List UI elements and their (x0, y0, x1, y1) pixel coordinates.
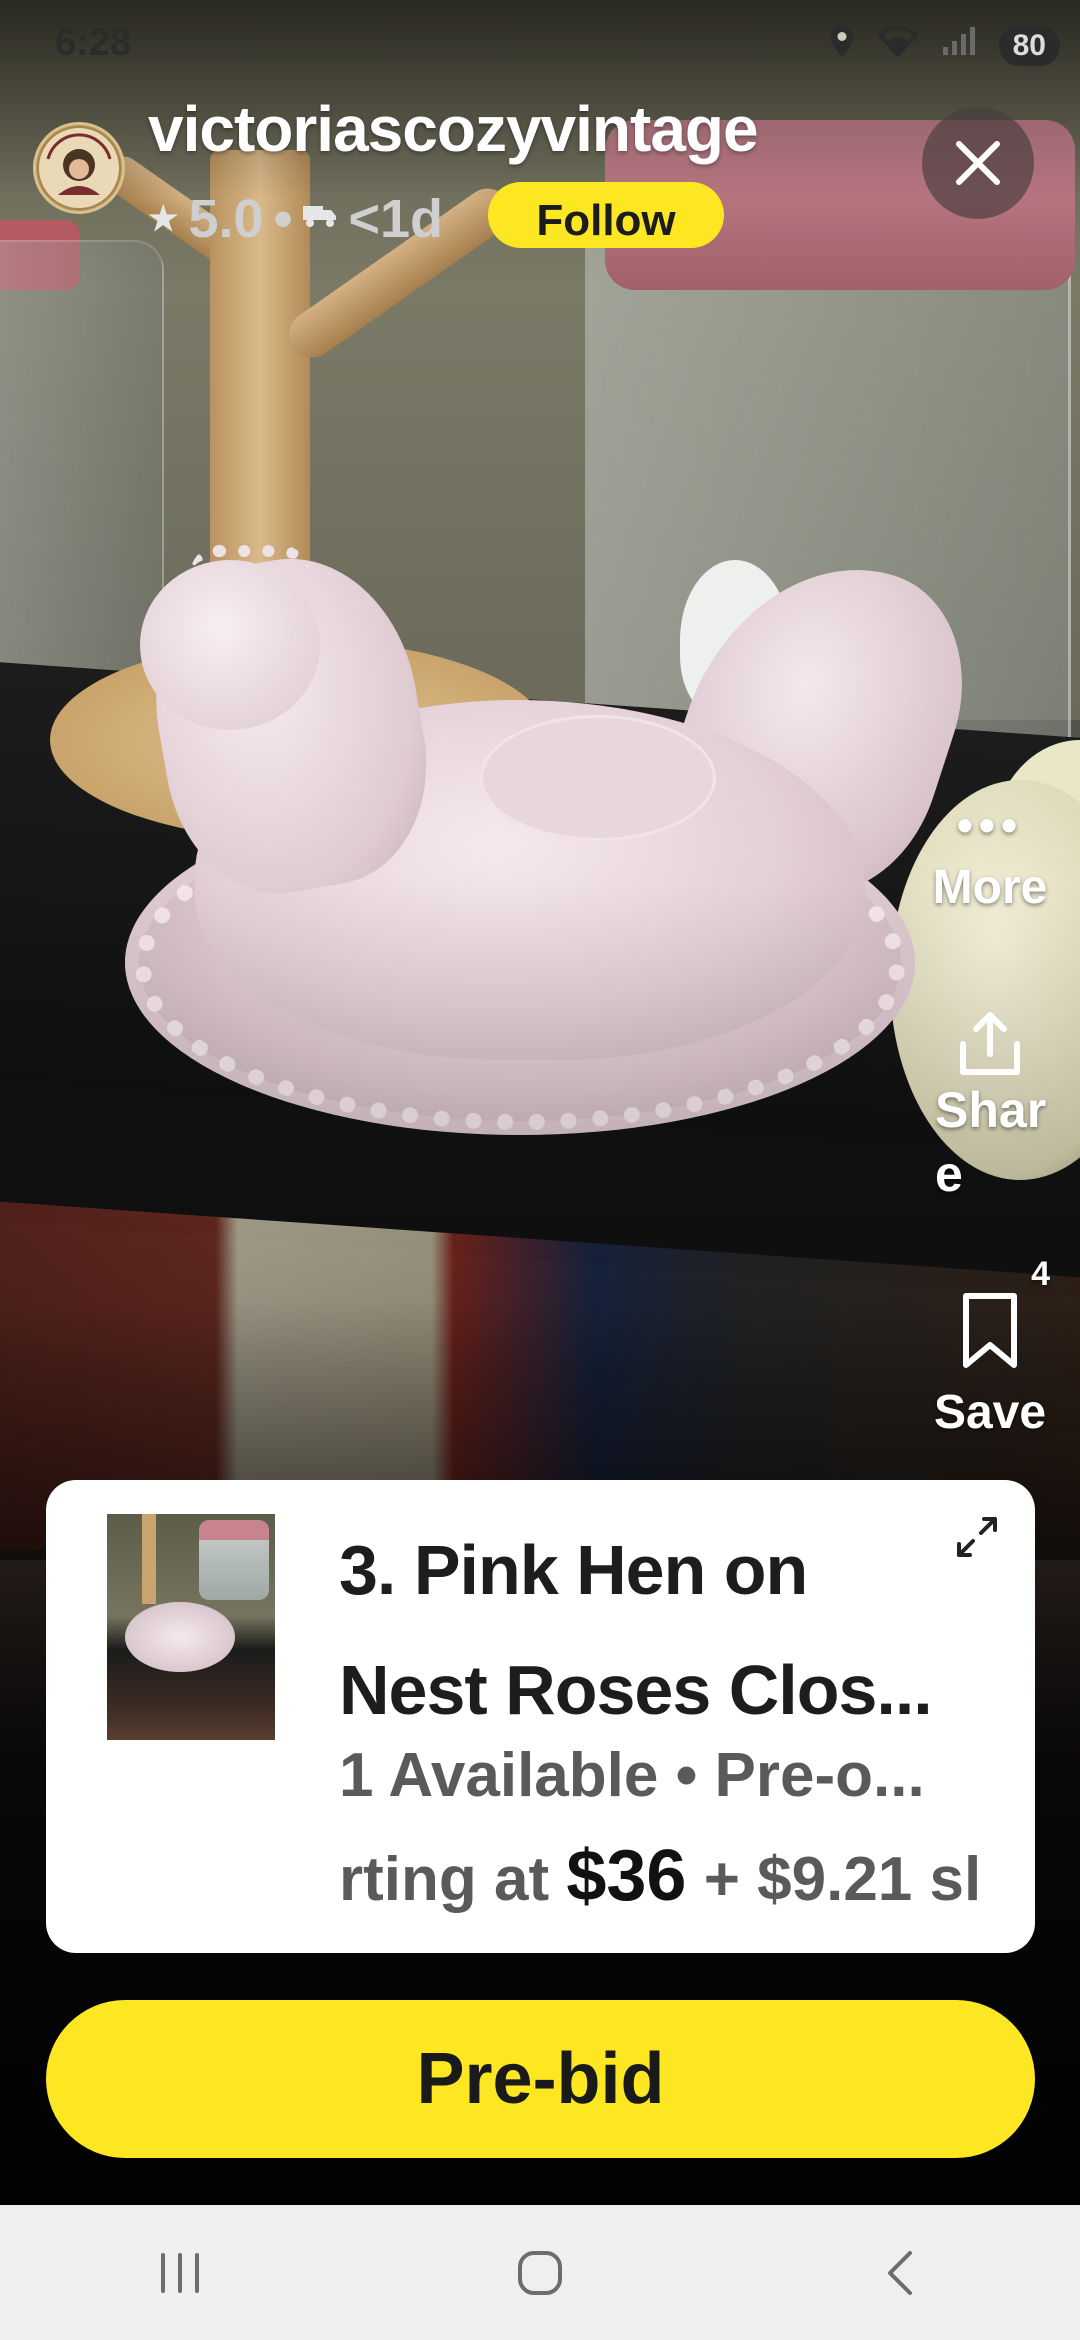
seller-ship-time: <1d (348, 189, 444, 249)
price-value: $36 (566, 1836, 687, 1916)
save-count: 4 (1031, 1255, 1050, 1293)
product-title: 3. Pink Hen on Nest Roses Clos... (339, 1510, 939, 1750)
shipping-prefix: + (686, 1845, 758, 1914)
share-icon (960, 1012, 1020, 1075)
bookmark-icon (963, 1293, 1017, 1368)
more-icon: ••• (956, 799, 1024, 851)
status-bar: 6:28 80 (0, 0, 1080, 100)
back-button[interactable] (800, 2223, 1000, 2323)
product-title-line2: Nest Roses Clos... (339, 1651, 933, 1729)
share-label-line2: e (935, 1146, 963, 1202)
prebid-button[interactable]: Pre-bid (46, 2000, 1035, 2158)
follow-button[interactable]: Follow (488, 182, 724, 248)
close-button[interactable] (922, 107, 1034, 219)
meta-separator: • (273, 189, 293, 249)
location-icon (829, 24, 855, 67)
share-button[interactable]: Shar e (915, 1010, 1065, 1206)
thumb-hen (125, 1602, 235, 1672)
seller-avatar-logo (37, 126, 121, 210)
product-card[interactable]: 3. Pink Hen on Nest Roses Clos... 1 Avai… (46, 1480, 1035, 1953)
more-label: More (932, 861, 1048, 914)
recent-apps-icon (161, 2252, 199, 2293)
price-prefix: rting at (339, 1845, 567, 1914)
product-title-line1: 3. Pink Hen on (339, 1531, 808, 1609)
save-label: Save (933, 1386, 1047, 1439)
availability-text: 1 Available • Pre-o... (339, 1741, 925, 1810)
battery-icon: 80 (998, 25, 1060, 66)
more-button[interactable]: ••• More (915, 799, 1065, 915)
shipping-value: $9.21 sl (757, 1845, 982, 1914)
product-thumbnail[interactable] (107, 1514, 275, 1740)
truck-icon (302, 201, 338, 237)
share-label: Shar e (935, 1078, 1055, 1206)
price-row: rting at $36 + $9.21 sl (339, 1835, 1019, 1917)
save-button[interactable]: 4 Save (910, 1255, 1070, 1440)
home-button[interactable] (440, 2223, 640, 2323)
seller-meta: ★ 5.0 • <1d (148, 188, 443, 250)
wifi-icon (876, 25, 919, 66)
share-label-line1: Shar (935, 1082, 1047, 1138)
thumb-mug-tree (142, 1514, 156, 1604)
star-icon: ★ (148, 200, 179, 238)
home-icon (518, 2250, 562, 2295)
seller-avatar[interactable] (33, 122, 125, 214)
thumb-jar (199, 1520, 269, 1600)
seller-name[interactable]: victoriascozyvintage (148, 92, 759, 166)
back-icon (888, 2250, 912, 2295)
status-time: 6:28 (55, 22, 132, 64)
close-icon (956, 141, 1000, 185)
nav-bar (0, 2205, 1080, 2340)
seller-rating: 5.0 (188, 189, 264, 249)
recent-apps-button[interactable] (80, 2223, 280, 2323)
signal-icon (941, 25, 977, 66)
status-icons: 80 (829, 24, 1060, 67)
expand-icon[interactable] (954, 1514, 1000, 1560)
